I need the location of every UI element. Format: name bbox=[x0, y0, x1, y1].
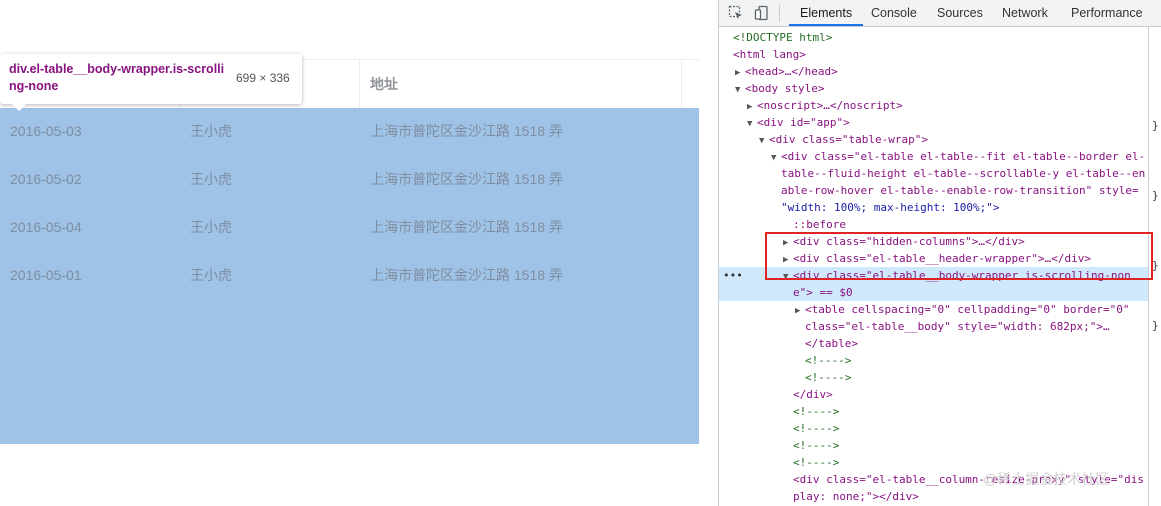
dom-node-text: <body style> bbox=[745, 82, 825, 95]
dom-node-doctype[interactable]: <!DOCTYPE html> bbox=[719, 29, 1148, 46]
watermark: @稀土掘金技术社区 bbox=[983, 471, 1110, 487]
dom-node-comment[interactable]: <!----> bbox=[719, 437, 1148, 454]
cell-name: 王小虎 bbox=[190, 171, 232, 187]
dom-node-before[interactable]: ::before bbox=[719, 216, 1148, 233]
dom-node-el-table-cont: "width: 100%; max-height: 100%;"> bbox=[781, 201, 1000, 214]
dom-node-app[interactable]: ▼ <div id="app"> bbox=[719, 114, 1148, 131]
inspect-tooltip: div.el-table__body-wrapper.is-scrolling-… bbox=[0, 54, 302, 104]
selection-outline bbox=[765, 232, 1153, 280]
devtools-panel: Elements Console Sources Network Perform… bbox=[718, 0, 1161, 506]
dom-node-el-table-cont: able-row-hover el-table--enable-row-tran… bbox=[781, 184, 1139, 197]
cell-address: 上海市普陀区金沙江路 1518 弄 bbox=[370, 219, 563, 235]
table-body-highlight: 2016-05-03 王小虎 上海市普陀区金沙江路 1518 弄 2016-05… bbox=[0, 108, 699, 444]
inspect-icon[interactable] bbox=[728, 5, 744, 21]
dom-node-head[interactable]: ▶ <head>…</head> bbox=[719, 63, 1148, 80]
dom-node-table-wrap[interactable]: ▼ <div class="table-wrap"> bbox=[719, 131, 1148, 148]
devtools-toolbar: Elements Console Sources Network Perform… bbox=[719, 0, 1161, 27]
dom-node-table[interactable]: ▶ <table cellspacing="0" cellpadding="0" … bbox=[719, 301, 1148, 318]
cell-address: 上海市普陀区金沙江路 1518 弄 bbox=[370, 171, 563, 187]
dom-node-div-close[interactable]: </div> bbox=[719, 386, 1148, 403]
cell-name: 王小虎 bbox=[190, 267, 232, 283]
tab-sources[interactable]: Sources bbox=[937, 0, 983, 26]
tooltip-arrow bbox=[12, 104, 26, 111]
cell-name: 王小虎 bbox=[190, 219, 232, 235]
dom-node-table-cont: class="el-table__body" style="width: 682… bbox=[805, 320, 1110, 333]
dom-node-comment[interactable]: <!----> bbox=[719, 352, 1148, 369]
tooltip-element-name: div.el-table__body-wrapper.is-scrolling-… bbox=[9, 62, 225, 93]
cell-name: 王小虎 bbox=[190, 123, 232, 139]
page-viewport: 地址 2016-05-03 王小虎 上海市普陀区金沙江路 1518 弄 2016… bbox=[0, 0, 718, 506]
dom-node-text: <noscript>…</noscript> bbox=[757, 99, 903, 112]
table-row[interactable]: 2016-05-04 王小虎 上海市普陀区金沙江路 1518 弄 bbox=[0, 204, 699, 252]
cell-date: 2016-05-02 bbox=[10, 171, 82, 187]
dom-node-el-table-cont: table--fluid-height el-table--scrollable… bbox=[781, 167, 1146, 180]
dom-node-body[interactable]: ▼ <body style> bbox=[719, 80, 1148, 97]
table-row[interactable]: 2016-05-02 王小虎 上海市普陀区金沙江路 1518 弄 bbox=[0, 156, 699, 204]
cell-address: 上海市普陀区金沙江路 1518 弄 bbox=[370, 267, 563, 283]
cell-date: 2016-05-04 bbox=[10, 219, 82, 235]
dom-node-text: <div class="el-table el-table--fit el-ta… bbox=[781, 150, 1146, 163]
dom-node-text: <table cellspacing="0" cellpadding="0" b… bbox=[805, 303, 1130, 316]
dom-node-resize-proxy-cont: play: none;"></div> bbox=[793, 490, 919, 503]
tab-console[interactable]: Console bbox=[871, 0, 917, 26]
tab-performance[interactable]: Performance bbox=[1071, 0, 1143, 26]
header-cell-address[interactable]: 地址 bbox=[360, 60, 682, 108]
device-toggle-icon[interactable] bbox=[754, 5, 770, 21]
cell-date: 2016-05-03 bbox=[10, 123, 82, 139]
table-row[interactable]: 2016-05-03 王小虎 上海市普陀区金沙江路 1518 弄 bbox=[0, 108, 699, 156]
dom-node-html[interactable]: <html lang> bbox=[719, 46, 1148, 63]
dom-node-table-close[interactable]: </table> bbox=[719, 335, 1148, 352]
dom-node-noscript[interactable]: ▶ <noscript>…</noscript> bbox=[719, 97, 1148, 114]
styles-brace: } bbox=[1152, 119, 1159, 132]
dom-node-body-wrapper-cont: e"> == $0 bbox=[793, 286, 853, 299]
tooltip-element-size: 699 × 336 bbox=[236, 71, 290, 85]
styles-brace: } bbox=[1152, 319, 1159, 332]
dom-node-comment[interactable]: <!----> bbox=[719, 403, 1148, 420]
dom-node-el-table[interactable]: ▼ <div class="el-table el-table--fit el-t… bbox=[719, 148, 1148, 165]
table-row[interactable]: 2016-05-01 王小虎 上海市普陀区金沙江路 1518 弄 bbox=[0, 252, 699, 300]
cell-address: 上海市普陀区金沙江路 1518 弄 bbox=[370, 123, 563, 139]
toolbar-separator bbox=[779, 4, 780, 22]
dom-node-text: <div class="table-wrap"> bbox=[769, 133, 928, 146]
cell-date: 2016-05-01 bbox=[10, 267, 82, 283]
tab-elements[interactable]: Elements bbox=[789, 0, 864, 26]
dom-node-text: <div id="app"> bbox=[757, 116, 850, 129]
styles-brace: } bbox=[1152, 189, 1159, 202]
tab-network[interactable]: Network bbox=[1002, 0, 1048, 26]
dom-node-text: <head>…</head> bbox=[745, 65, 838, 78]
dom-node-comment[interactable]: <!----> bbox=[719, 420, 1148, 437]
dom-node-comment[interactable]: <!----> bbox=[719, 369, 1148, 386]
